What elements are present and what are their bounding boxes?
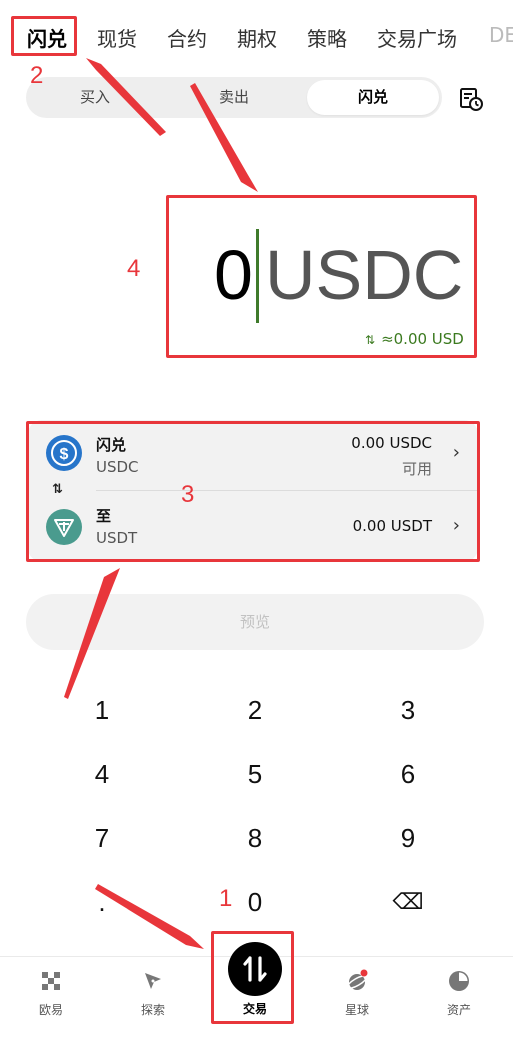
- tab-futures[interactable]: 合约: [167, 23, 207, 52]
- key-9[interactable]: 9: [358, 808, 458, 868]
- numeric-keypad: 1 2 3 4 5 6 7 8 9 . 0 ⌫: [0, 680, 513, 936]
- key-5[interactable]: 5: [205, 744, 305, 804]
- key-3[interactable]: 3: [358, 680, 458, 740]
- segment-buy[interactable]: 买入: [26, 77, 164, 118]
- okx-logo-icon: [42, 972, 60, 990]
- tab-strategy[interactable]: 策略: [307, 23, 347, 52]
- key-decimal[interactable]: .: [52, 872, 152, 932]
- compass-icon: [145, 973, 161, 989]
- tab-spot[interactable]: 现货: [97, 23, 137, 52]
- tab-trading-plaza[interactable]: 交易广场: [377, 23, 457, 52]
- nav-assets-label: 资产: [446, 1003, 471, 1017]
- annotation-box-3: [26, 421, 480, 562]
- nav-planet-label: 星球: [344, 1003, 369, 1017]
- backspace-icon[interactable]: ⌫: [358, 872, 458, 932]
- history-button[interactable]: [458, 86, 484, 112]
- tab-de[interactable]: DE: [489, 23, 513, 47]
- segment-sell[interactable]: 卖出: [164, 77, 304, 118]
- nav-explore-label: 探索: [140, 1003, 165, 1017]
- annotation-number-1: 1: [219, 885, 233, 912]
- nav-planet[interactable]: 星球: [306, 957, 408, 1041]
- planet-icon: [346, 969, 368, 990]
- nav-assets[interactable]: 资产: [408, 957, 510, 1041]
- tab-options[interactable]: 期权: [237, 23, 277, 52]
- key-6[interactable]: 6: [358, 744, 458, 804]
- segment-flash[interactable]: 闪兑: [307, 80, 439, 115]
- annotation-number-2: 2: [30, 62, 44, 89]
- key-8[interactable]: 8: [205, 808, 305, 868]
- key-1[interactable]: 1: [52, 680, 152, 740]
- history-clock-icon: [460, 88, 483, 111]
- preview-button[interactable]: 预览: [26, 594, 484, 650]
- annotation-box-1: [211, 931, 294, 1024]
- order-type-segment: 买入 卖出 闪兑: [26, 77, 442, 118]
- annotation-box-4: [166, 195, 477, 358]
- annotation-number-3: 3: [181, 481, 195, 508]
- key-4[interactable]: 4: [52, 744, 152, 804]
- key-2[interactable]: 2: [205, 680, 305, 740]
- nav-okx-label: 欧易: [38, 1003, 63, 1017]
- key-7[interactable]: 7: [52, 808, 152, 868]
- nav-okx[interactable]: 欧易: [0, 957, 102, 1041]
- nav-explore[interactable]: 探索: [102, 957, 204, 1041]
- pie-chart-icon: [449, 971, 469, 991]
- annotation-number-4: 4: [127, 255, 141, 282]
- annotation-box-2: [11, 16, 77, 56]
